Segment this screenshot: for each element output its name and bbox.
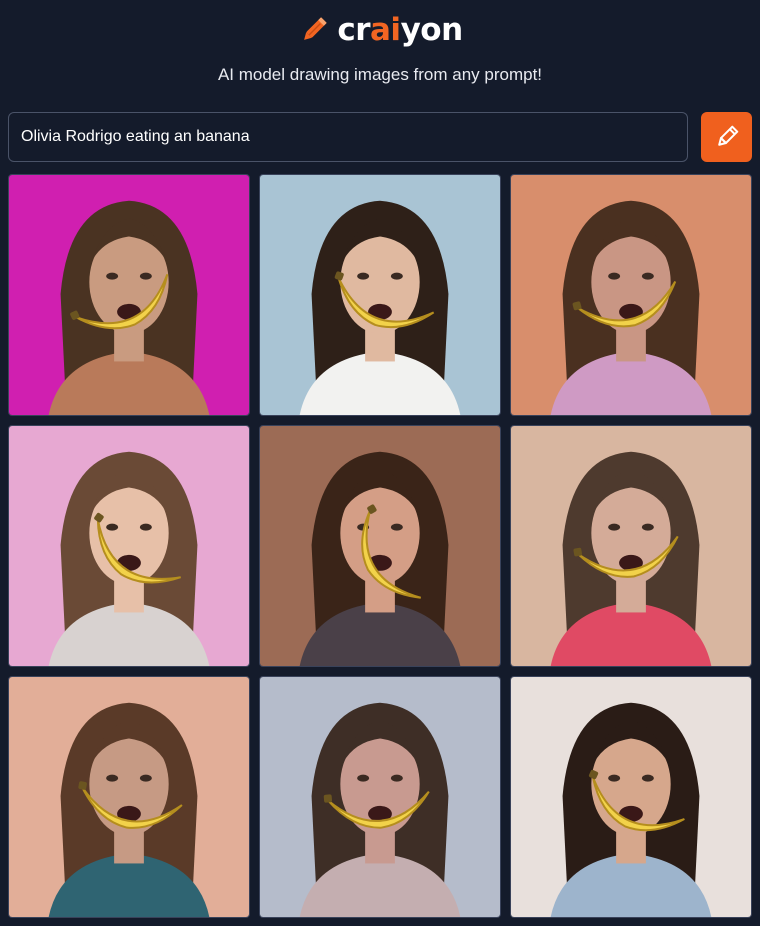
result-image[interactable] [8,676,250,918]
prompt-input[interactable] [8,112,688,162]
result-image-illustration [260,175,500,415]
brand-logo[interactable]: craiyon [0,10,760,50]
result-image-illustration [511,175,751,415]
result-image[interactable] [510,425,752,667]
result-image[interactable] [259,676,501,918]
brand-name-end: yon [400,11,464,48]
draw-button[interactable] [701,112,752,162]
brand-name-accent: ai [370,11,401,48]
result-image[interactable] [510,174,752,416]
brand-name: craiyon [337,11,464,48]
result-image-illustration [260,426,500,666]
result-image-illustration [9,426,249,666]
craiyon-page: craiyon AI model drawing images from any… [0,0,760,926]
result-image-illustration [260,677,500,917]
tagline: AI model drawing images from any prompt! [217,65,543,84]
result-image-illustration [9,677,249,917]
pencil-icon [304,17,328,40]
pencil-icon [717,125,738,146]
result-image-illustration [511,426,751,666]
result-image[interactable] [8,425,250,667]
brand-name-start: cr [337,11,371,48]
result-image-illustration [9,175,249,415]
result-image[interactable] [8,174,250,416]
result-image[interactable] [259,425,501,667]
result-image[interactable] [259,174,501,416]
result-image-illustration [511,677,751,917]
result-image[interactable] [510,676,752,918]
results-grid [8,174,752,918]
